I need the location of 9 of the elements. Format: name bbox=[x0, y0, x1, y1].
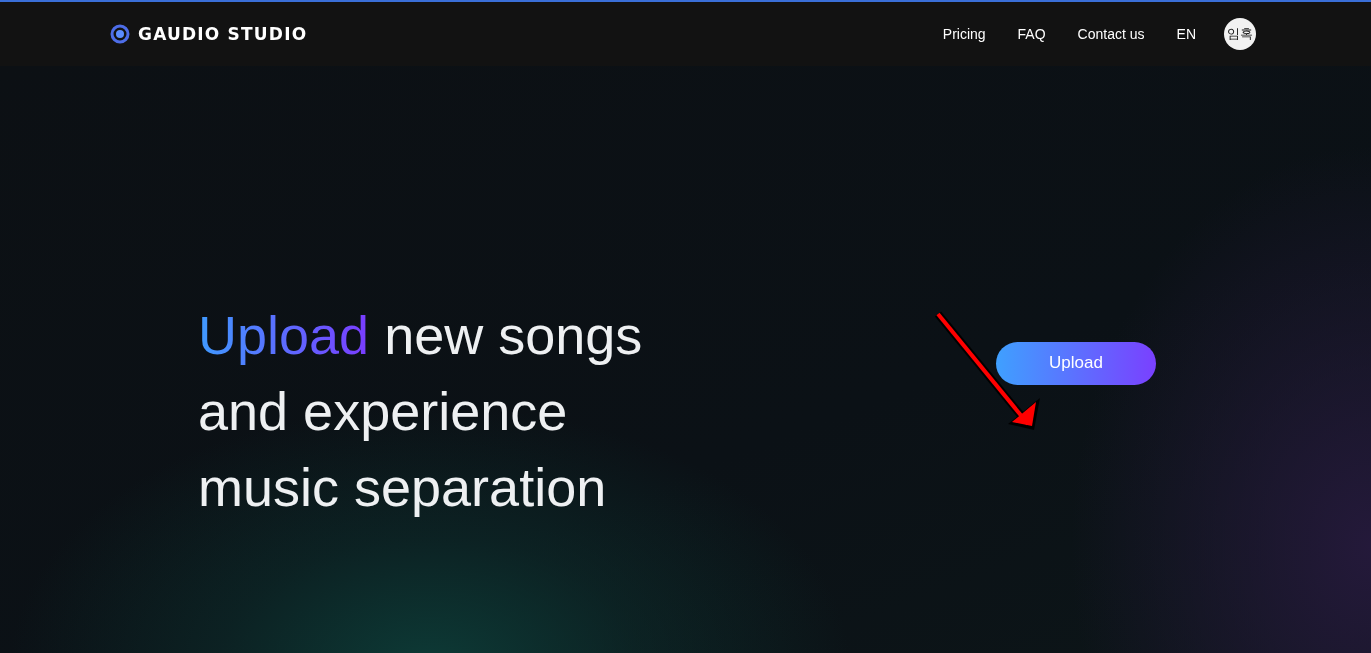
user-avatar[interactable]: 임혹 bbox=[1224, 18, 1256, 50]
nav-link[interactable]: FAQ bbox=[1017, 26, 1046, 42]
nav-link[interactable]: EN bbox=[1176, 26, 1196, 42]
upload-button[interactable]: Upload bbox=[996, 341, 1156, 385]
logo-icon bbox=[110, 24, 130, 44]
hero-headline: Upload new songs and experience music separation bbox=[198, 303, 644, 519]
nav-link[interactable]: Contact us bbox=[1077, 26, 1145, 42]
nav-link[interactable]: Pricing bbox=[942, 26, 986, 42]
logo-text: GAUDIO STUDIO bbox=[138, 24, 308, 44]
